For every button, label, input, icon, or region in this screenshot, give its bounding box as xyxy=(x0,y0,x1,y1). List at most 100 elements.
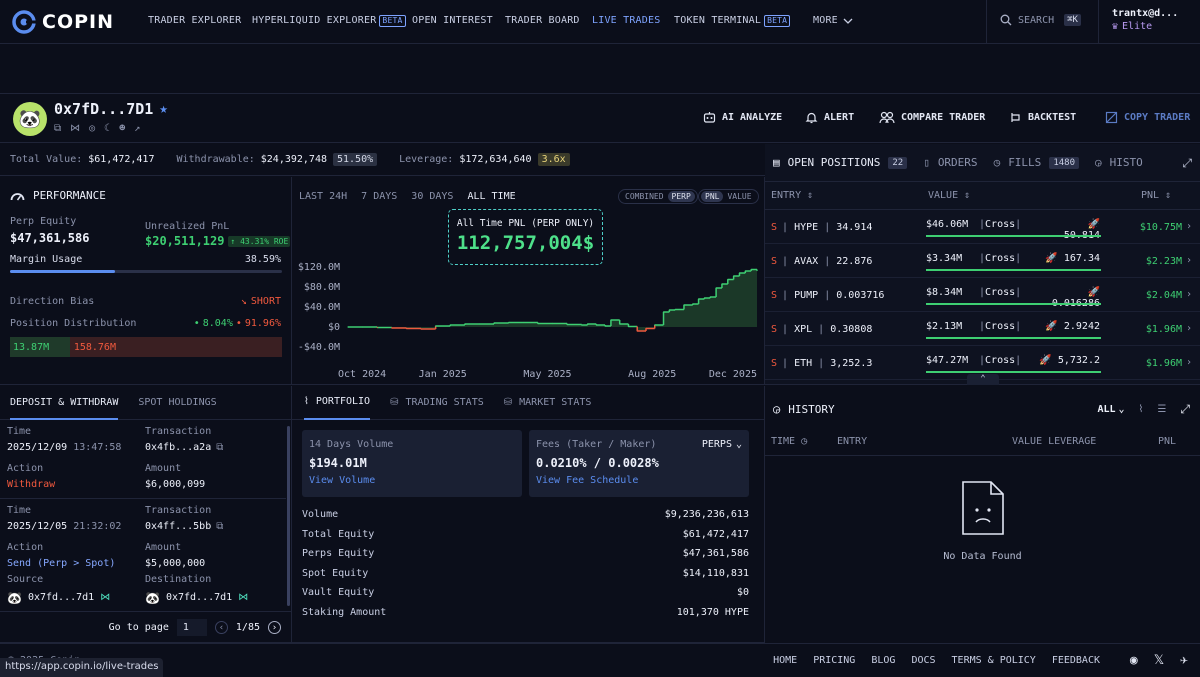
x-twitter-icon[interactable]: 𝕏 xyxy=(1154,653,1164,668)
toggle-value[interactable]: VALUE xyxy=(723,191,755,202)
col-time[interactable]: TIME ◷ xyxy=(771,436,807,447)
open-count-badge: 22 xyxy=(888,156,908,169)
pnl-point xyxy=(756,269,758,272)
source-address[interactable]: 0x7fd...7d1 xyxy=(28,590,94,606)
nav-trader-explorer[interactable]: TRADER EXPLORER xyxy=(148,15,241,26)
expand-icon[interactable]: ⤢ xyxy=(1182,156,1192,171)
tab-spot-holdings[interactable]: SPOT HOLDINGS xyxy=(138,397,216,408)
position-distribution-label: Position Distribution xyxy=(10,318,137,329)
col-value[interactable]: VALUE ⇕ xyxy=(928,190,970,201)
destination-address[interactable]: 0x7fd...7d1 xyxy=(166,590,232,606)
tab-7-days[interactable]: 7 DAYS xyxy=(361,191,397,202)
tab-30-days[interactable]: 30 DAYS xyxy=(411,191,453,202)
copy-icon[interactable]: ⧉ xyxy=(54,123,61,134)
star-icon[interactable]: ★ xyxy=(159,101,167,117)
expand-icon[interactable]: ⤢ xyxy=(1180,402,1190,417)
dw-scrollbar[interactable] xyxy=(287,426,290,606)
tab-market-stats[interactable]: ⛁ MARKET STATS xyxy=(504,397,592,408)
margin-mode: Cross xyxy=(985,355,1016,366)
fees-label: Fees (Taker / Maker) xyxy=(536,439,657,450)
bar-chart-icon[interactable]: ☰ xyxy=(1157,404,1166,415)
bot-icon[interactable]: ☻ xyxy=(119,123,125,134)
x-tick-label: May 2025 xyxy=(523,369,571,380)
next-page-button[interactable]: › xyxy=(268,621,281,634)
margin-mode: Cross xyxy=(985,219,1016,230)
tab-history[interactable]: ◶ HISTO xyxy=(1095,156,1143,169)
backtest-button[interactable]: BACKTEST xyxy=(1009,111,1076,124)
copin-logo[interactable]: COPIN xyxy=(12,10,114,34)
external-link-icon[interactable]: ⧉ xyxy=(216,440,223,456)
summary-key: Total Equity xyxy=(302,528,375,540)
chart-icon[interactable]: ⌇ xyxy=(1139,404,1144,415)
tab-all-time[interactable]: ALL TIME xyxy=(467,191,515,202)
footer-link-home[interactable]: HOME xyxy=(773,655,797,666)
col-pnl[interactable]: PNL ⇕ xyxy=(1141,190,1171,201)
tab-fills[interactable]: ◷ FILLS 1480 xyxy=(994,156,1079,169)
moon-icon[interactable]: ☾ xyxy=(104,123,110,134)
footer-link-docs[interactable]: DOCS xyxy=(911,655,935,666)
share-icon[interactable]: ↗ xyxy=(134,123,140,134)
user-menu[interactable]: trantx@d... ♛ Elite xyxy=(1112,8,1178,32)
nav-hyperliquid-explorer[interactable]: HYPERLIQUID EXPLORER BETA xyxy=(252,15,406,27)
footer: © 2025 Copin HOME PRICING BLOG DOCS TERM… xyxy=(0,643,1200,677)
direction-bias-label: Direction Bias xyxy=(10,296,95,307)
compare-trader-button[interactable]: COMPARE TRADER xyxy=(879,111,985,124)
combined-perp-toggle[interactable]: COMBINED PERP xyxy=(618,189,698,204)
footer-link-terms[interactable]: TERMS & POLICY xyxy=(952,655,1036,666)
position-row[interactable]: S | XPL | 0.30808 $2.13M |Cross| 🚀 2.924… xyxy=(765,312,1200,346)
pnl-point xyxy=(744,270,746,272)
hyperliquid-icon[interactable]: ⋈ xyxy=(70,123,80,134)
position-row[interactable]: S | PUMP | 0.003716 $8.34M |Cross| 🚀 0.0… xyxy=(765,278,1200,312)
nav-token-terminal[interactable]: TOKEN TERMINAL BETA xyxy=(674,15,791,27)
positions-panel: ▤ OPEN POSITIONS 22 ▯ ORDERS ◷ FILLS 1480 ◶ HI… xyxy=(765,144,1200,385)
position-value: $47.27M xyxy=(926,355,969,366)
position-row[interactable]: S | HYPE | 34.914 $46.06M |Cross| 🚀 50.8… xyxy=(765,210,1200,244)
explorer-icon[interactable]: ◎ xyxy=(89,123,95,134)
history-filter-select[interactable]: ALL ⌄ xyxy=(1097,404,1124,415)
view-fee-schedule-link[interactable]: View Fee Schedule xyxy=(536,475,742,486)
footer-link-pricing[interactable]: PRICING xyxy=(813,655,855,666)
liquidation-price: 5,732.2 xyxy=(1057,355,1100,366)
entry-time: 13:47:58 xyxy=(73,442,122,453)
history-panel: ◶ HISTORY ALL ⌄ ⌇ ☰ ⤢ TIME ◷ ENTRY VALUE … xyxy=(765,386,1200,643)
margin-mode: Cross xyxy=(985,321,1016,332)
transaction-hash[interactable]: 0x4fb...a2a xyxy=(145,440,211,456)
collapse-handle[interactable]: ⌃ xyxy=(967,374,999,385)
tab-open-positions[interactable]: ▤ OPEN POSITIONS 22 xyxy=(773,156,908,169)
search-button[interactable]: SEARCH ⌘K xyxy=(1000,14,1081,26)
footer-link-blog[interactable]: BLOG xyxy=(871,655,895,666)
ai-analyze-button[interactable]: AI ANALYZE xyxy=(703,111,782,124)
hyperliquid-icon: ⋈ xyxy=(238,592,249,603)
toggle-combined[interactable]: COMBINED xyxy=(621,191,668,202)
telegram-icon[interactable]: ✈ xyxy=(1180,653,1188,668)
nav-more[interactable]: MORE xyxy=(813,15,853,26)
view-volume-link[interactable]: View Volume xyxy=(309,475,515,486)
nav-trader-board[interactable]: TRADER BOARD xyxy=(505,15,580,26)
tab-trading-stats[interactable]: ⛁ TRADING STATS xyxy=(390,397,484,408)
external-link-icon[interactable]: ⧉ xyxy=(216,519,223,535)
tab-deposit-withdraw[interactable]: DEPOSIT & WITHDRAW xyxy=(10,386,119,420)
alert-button[interactable]: ALERT xyxy=(805,111,854,124)
tab-portfolio[interactable]: ⌇ PORTFOLIO xyxy=(304,386,371,420)
tab-orders[interactable]: ▯ ORDERS xyxy=(923,156,977,169)
toggle-pnl[interactable]: PNL xyxy=(701,191,724,202)
fee-type-select[interactable]: PERPS ⌄ xyxy=(702,439,742,450)
position-row[interactable]: S | AVAX | 22.876 $3.34M |Cross| 🚀 167.3… xyxy=(765,244,1200,278)
nav-live-trades[interactable]: LIVE TRADES xyxy=(592,15,660,26)
pnl-value-toggle[interactable]: PNL VALUE xyxy=(698,189,759,204)
toggle-perp[interactable]: PERP xyxy=(667,191,695,202)
col-entry[interactable]: ENTRY ⇕ xyxy=(771,190,813,201)
copy-trader-button[interactable]: COPY TRADER xyxy=(1105,111,1190,124)
liquidation-icon: 🚀 xyxy=(1045,321,1058,332)
search-label: SEARCH xyxy=(1018,14,1055,26)
discord-icon[interactable]: ◉ xyxy=(1130,653,1138,668)
transaction-hash[interactable]: 0x4ff...5bb xyxy=(145,519,211,535)
pnl-point xyxy=(405,327,408,330)
tab-last-24h[interactable]: LAST 24H xyxy=(299,191,347,202)
nav-open-interest[interactable]: OPEN INTEREST xyxy=(412,15,493,26)
pnl-point xyxy=(715,287,717,289)
prev-page-button[interactable]: ‹ xyxy=(214,621,228,634)
footer-link-feedback[interactable]: FEEDBACK xyxy=(1052,655,1100,666)
trader-address[interactable]: 0x7fD...7D1 xyxy=(54,100,153,118)
goto-page-input[interactable]: 1 xyxy=(176,619,207,636)
